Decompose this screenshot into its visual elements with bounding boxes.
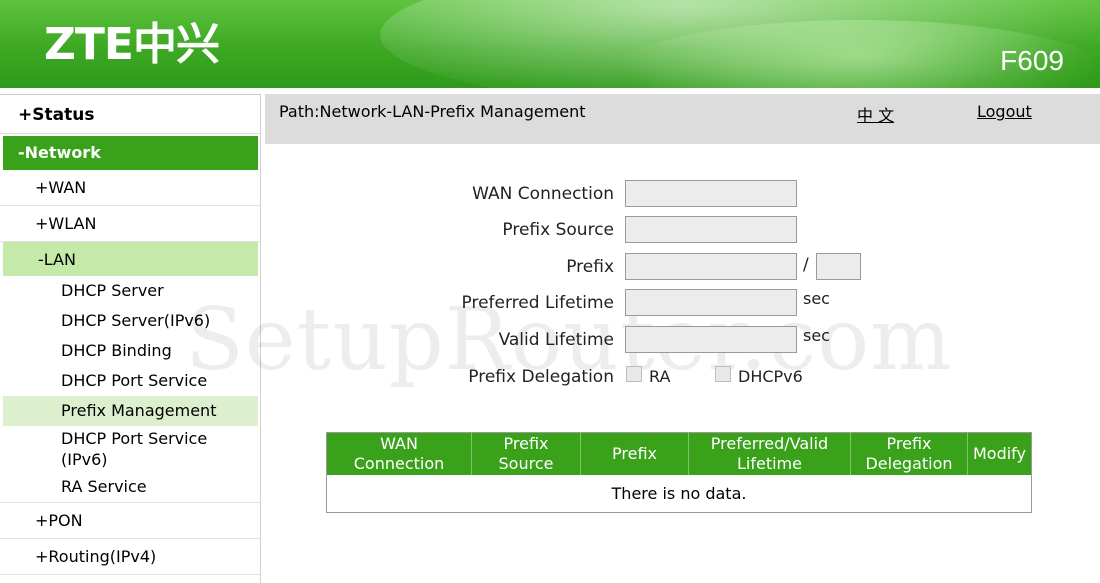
sidebar-item-dhcp-port-service-ipv6[interactable]: DHCP Port Service (IPv6) (0, 426, 260, 472)
prefix-slash: / (803, 255, 809, 275)
prefix-source-field[interactable] (625, 216, 797, 243)
column-header-prefix-delegation: Prefix Delegation (850, 432, 968, 475)
prefix-row: Prefix / (265, 253, 1100, 283)
header-text: Delegation (865, 454, 953, 473)
zte-logo: ZTE中兴 (44, 19, 220, 70)
column-header-modify: Modify (967, 432, 1032, 475)
prefix-delegation-label: Prefix Delegation (468, 367, 614, 387)
preferred-lifetime-label: Preferred Lifetime (461, 293, 614, 313)
sidebar-item-wlan[interactable]: +WLAN (0, 206, 260, 242)
valid-lifetime-field[interactable] (625, 326, 797, 353)
sidebar-item-label: DHCP Port Service (61, 429, 208, 448)
wan-connection-label: WAN Connection (472, 184, 614, 204)
header-text: Prefix (886, 434, 932, 453)
sidebar-item-routing-ipv4[interactable]: +Routing(IPv4) (0, 539, 260, 575)
header-text: WAN (380, 434, 418, 453)
empty-table-message: There is no data. (326, 475, 1032, 513)
breadcrumb: Path:Network-LAN-Prefix Management (279, 102, 586, 121)
header-text: Lifetime (737, 454, 802, 473)
wan-connection-field[interactable] (625, 180, 797, 207)
header-text: Preferred/Valid (710, 434, 829, 453)
sidebar-item-prefix-management[interactable]: Prefix Management (3, 396, 258, 426)
prefix-field[interactable] (625, 253, 797, 280)
sidebar-item-pon[interactable]: +PON (0, 503, 260, 539)
language-link[interactable]: 中 文 (857, 102, 894, 126)
logout-link[interactable]: Logout (977, 102, 1032, 121)
prefix-length-field[interactable] (816, 253, 861, 280)
column-header-preferred-valid-lifetime: Preferred/Valid Lifetime (688, 432, 851, 475)
prefix-table: WAN Connection Prefix Source Prefix Pref… (326, 432, 1032, 513)
header-text: Source (498, 454, 554, 473)
preferred-lifetime-unit: sec (803, 289, 830, 308)
sidebar-item-label: (IPv6) (61, 450, 108, 469)
sidebar-item-lan[interactable]: -LAN (3, 242, 258, 276)
ra-checkbox[interactable] (626, 366, 642, 382)
prefix-source-row: Prefix Source (265, 216, 1100, 246)
valid-lifetime-row: Valid Lifetime sec (265, 326, 1100, 356)
header-text: Prefix (612, 444, 657, 463)
header-text: Modify (972, 444, 1026, 463)
sidebar-item-network[interactable]: -Network (3, 136, 258, 170)
header-banner: ZTE中兴 F609 (0, 0, 1100, 88)
sidebar-item-wan[interactable]: +WAN (0, 170, 260, 206)
header-text: Prefix (503, 434, 549, 453)
valid-lifetime-unit: sec (803, 326, 830, 345)
dhcpv6-checkbox[interactable] (715, 366, 731, 382)
dhcpv6-checkbox-label: DHCPv6 (738, 367, 803, 386)
path-bar: Path:Network-LAN-Prefix Management 中 文 L… (265, 94, 1100, 144)
wan-connection-row: WAN Connection (265, 180, 1100, 210)
ra-checkbox-label: RA (649, 367, 671, 386)
sidebar-item-ra-service[interactable]: RA Service (0, 472, 260, 503)
preferred-lifetime-row: Preferred Lifetime sec (265, 289, 1100, 319)
prefix-delegation-row: Prefix Delegation RA DHCPv6 (265, 363, 1100, 393)
sidebar-item-status[interactable]: +Status (0, 94, 260, 134)
device-model: F609 (1000, 45, 1064, 76)
table-row: There is no data. (326, 475, 1032, 513)
header-text: Connection (353, 454, 445, 473)
table-header-row: WAN Connection Prefix Source Prefix Pref… (326, 432, 1032, 475)
preferred-lifetime-field[interactable] (625, 289, 797, 316)
column-header-wan-connection: WAN Connection (326, 432, 472, 475)
column-header-prefix-source: Prefix Source (471, 432, 581, 475)
column-header-prefix: Prefix (580, 432, 689, 475)
valid-lifetime-label: Valid Lifetime (498, 330, 614, 350)
prefix-label: Prefix (566, 257, 614, 277)
prefix-source-label: Prefix Source (502, 220, 614, 240)
